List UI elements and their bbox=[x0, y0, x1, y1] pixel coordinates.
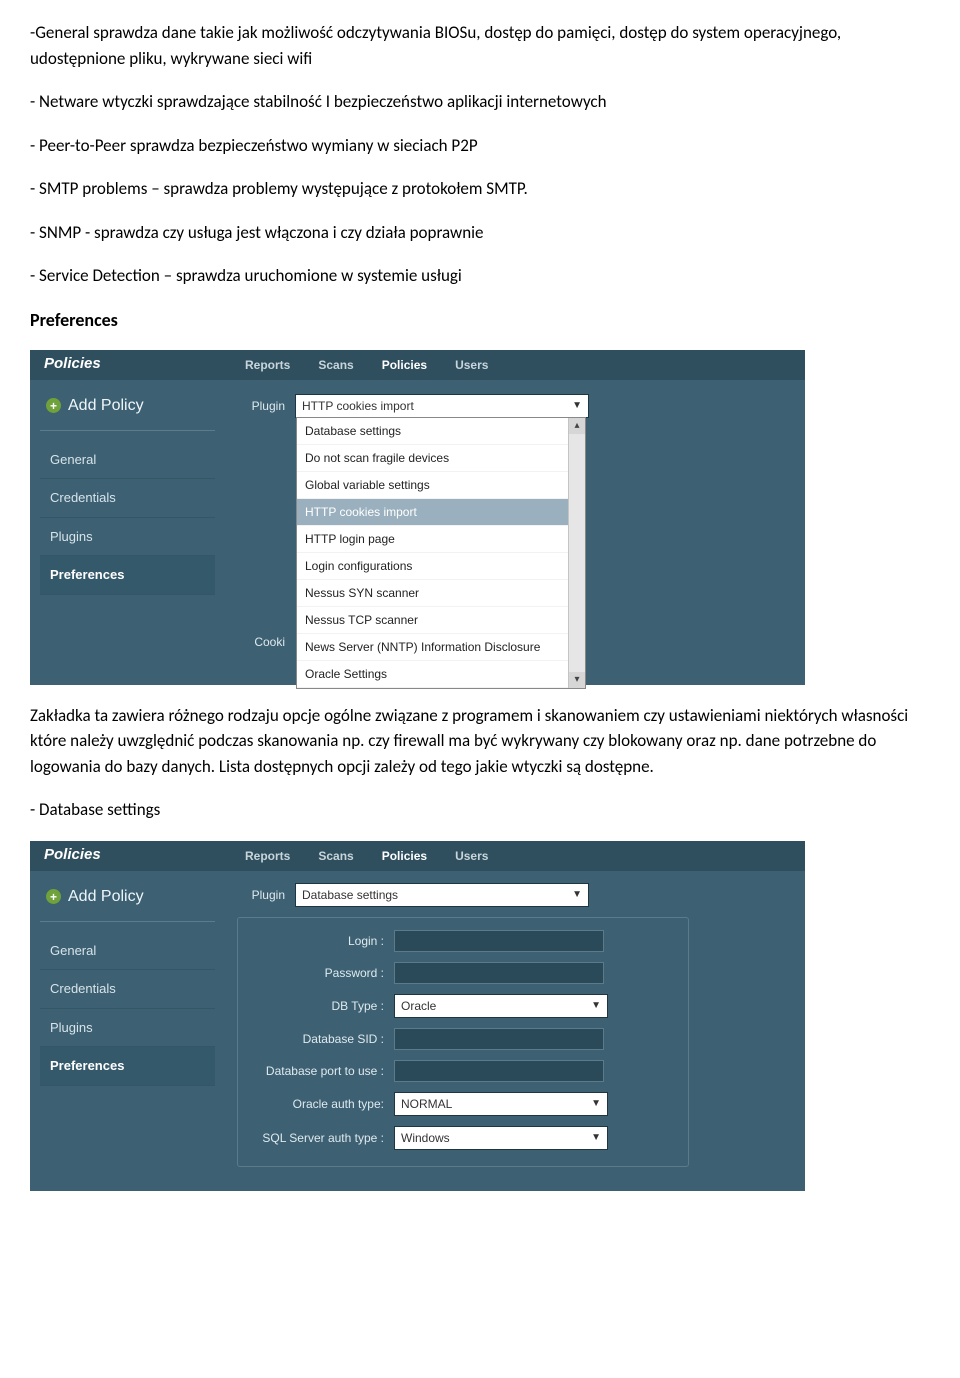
dropdown-option[interactable]: Nessus TCP scanner bbox=[297, 607, 585, 634]
oracle-auth-label: Oracle auth type: bbox=[244, 1095, 384, 1113]
nessus-panel-preferences-dropdown: Policies Reports Scans Policies Users + … bbox=[30, 350, 805, 685]
plugin-select-value: Database settings bbox=[302, 886, 398, 904]
dbtype-select-value: Oracle bbox=[401, 997, 436, 1015]
sid-label: Database SID : bbox=[244, 1030, 384, 1048]
form-area: Plugin Database settings ▼ Login : Passw… bbox=[215, 881, 689, 1167]
dbtype-select[interactable]: Oracle ▼ bbox=[394, 994, 608, 1018]
sql-auth-select[interactable]: Windows ▼ bbox=[394, 1126, 608, 1150]
add-policy-button[interactable]: + Add Policy bbox=[40, 390, 215, 431]
add-policy-label: Add Policy bbox=[68, 394, 144, 418]
plus-icon: + bbox=[46, 889, 61, 904]
scroll-up-icon[interactable]: ▴ bbox=[569, 418, 585, 434]
database-sid-input[interactable] bbox=[394, 1028, 604, 1050]
tab-users[interactable]: Users bbox=[455, 356, 488, 374]
password-input[interactable] bbox=[394, 962, 604, 984]
form-area: Plugin HTTP cookies import ▼ Database se… bbox=[215, 390, 589, 661]
preferences-heading: Preferences bbox=[30, 307, 930, 334]
password-label: Password : bbox=[244, 964, 384, 982]
login-label: Login : bbox=[244, 932, 384, 950]
nav-tabs: Policies Reports Scans Policies Users bbox=[30, 841, 805, 871]
sidebar-item-preferences[interactable]: Preferences bbox=[40, 556, 215, 595]
dropdown-option[interactable]: News Server (NNTP) Information Disclosur… bbox=[297, 634, 585, 661]
tab-policies[interactable]: Policies bbox=[382, 847, 427, 865]
nav-tabs: Policies Reports Scans Policies Users bbox=[30, 350, 805, 380]
port-label: Database port to use : bbox=[244, 1062, 384, 1080]
dropdown-option[interactable]: Login configurations bbox=[297, 553, 585, 580]
dropdown-option[interactable]: Global variable settings bbox=[297, 472, 585, 499]
cookie-label-truncated: Cooki bbox=[237, 633, 285, 651]
dropdown-option[interactable]: HTTP login page bbox=[297, 526, 585, 553]
dbtype-label: DB Type : bbox=[244, 997, 384, 1015]
sql-auth-label: SQL Server auth type : bbox=[244, 1129, 384, 1147]
plugin-label: Plugin bbox=[237, 397, 285, 415]
scroll-down-icon[interactable]: ▾ bbox=[569, 672, 585, 688]
add-policy-button[interactable]: + Add Policy bbox=[40, 881, 215, 922]
tab-scans[interactable]: Scans bbox=[318, 847, 353, 865]
paragraph-general: -General sprawdza dane takie jak możliwo… bbox=[30, 20, 930, 71]
sidebar: + Add Policy General Credentials Plugins… bbox=[40, 881, 215, 1086]
sidebar-item-plugins[interactable]: Plugins bbox=[40, 518, 215, 557]
paragraph-snmp: - SNMP - sprawdza czy usługa jest włączo… bbox=[30, 220, 930, 246]
sidebar-item-credentials[interactable]: Credentials bbox=[40, 479, 215, 518]
scrollbar[interactable] bbox=[568, 418, 585, 688]
dropdown-option[interactable]: Database settings bbox=[297, 418, 585, 445]
dropdown-caret-icon: ▼ bbox=[591, 1096, 601, 1111]
oracle-auth-value: NORMAL bbox=[401, 1095, 452, 1113]
sidebar-item-preferences[interactable]: Preferences bbox=[40, 1047, 215, 1086]
paragraph-smtp: - SMTP problems – sprawdza problemy wyst… bbox=[30, 176, 930, 202]
tab-reports[interactable]: Reports bbox=[245, 356, 290, 374]
dropdown-caret-icon: ▼ bbox=[572, 398, 582, 413]
dropdown-caret-icon: ▼ bbox=[572, 887, 582, 902]
database-port-input[interactable] bbox=[394, 1060, 604, 1082]
dropdown-option[interactable]: Nessus SYN scanner bbox=[297, 580, 585, 607]
paragraph-service-detection: - Service Detection – sprawdza uruchomio… bbox=[30, 263, 930, 289]
paragraph-p2p: - Peer-to-Peer sprawdza bezpieczeństwo w… bbox=[30, 133, 930, 159]
dropdown-option[interactable]: Do not scan fragile devices bbox=[297, 445, 585, 472]
nessus-panel-database-settings: Policies Reports Scans Policies Users + … bbox=[30, 841, 805, 1191]
paragraph-netware: - Netware wtyczki sprawdzające stabilnoś… bbox=[30, 89, 930, 115]
plus-icon: + bbox=[46, 398, 61, 413]
dropdown-option[interactable]: Oracle Settings bbox=[297, 661, 585, 688]
dropdown-caret-icon: ▼ bbox=[591, 1130, 601, 1145]
plugin-label: Plugin bbox=[237, 886, 285, 904]
tab-scans[interactable]: Scans bbox=[318, 356, 353, 374]
plugin-select[interactable]: Database settings ▼ bbox=[295, 883, 589, 907]
sql-auth-value: Windows bbox=[401, 1129, 450, 1147]
plugin-dropdown-list: Database settings Do not scan fragile de… bbox=[296, 417, 586, 689]
tab-policies[interactable]: Policies bbox=[382, 356, 427, 374]
login-input[interactable] bbox=[394, 930, 604, 952]
oracle-auth-select[interactable]: NORMAL ▼ bbox=[394, 1092, 608, 1116]
sidebar-item-general[interactable]: General bbox=[40, 441, 215, 480]
plugin-select-value: HTTP cookies import bbox=[302, 397, 414, 415]
paragraph-database-settings: - Database settings bbox=[30, 797, 930, 823]
dropdown-caret-icon: ▼ bbox=[591, 998, 601, 1013]
tab-reports[interactable]: Reports bbox=[245, 847, 290, 865]
sidebar-item-credentials[interactable]: Credentials bbox=[40, 970, 215, 1009]
plugin-select[interactable]: HTTP cookies import ▼ Database settings … bbox=[295, 394, 589, 418]
sidebar: + Add Policy General Credentials Plugins… bbox=[40, 390, 215, 595]
sidebar-item-plugins[interactable]: Plugins bbox=[40, 1009, 215, 1048]
section-title: Policies bbox=[44, 844, 101, 867]
tab-users[interactable]: Users bbox=[455, 847, 488, 865]
sidebar-item-general[interactable]: General bbox=[40, 932, 215, 971]
dropdown-option-selected[interactable]: HTTP cookies import bbox=[297, 499, 585, 526]
section-title: Policies bbox=[44, 353, 101, 376]
add-policy-label: Add Policy bbox=[68, 885, 144, 909]
paragraph-preferences-description: Zakładka ta zawiera różnego rodzaju opcj… bbox=[30, 703, 930, 780]
